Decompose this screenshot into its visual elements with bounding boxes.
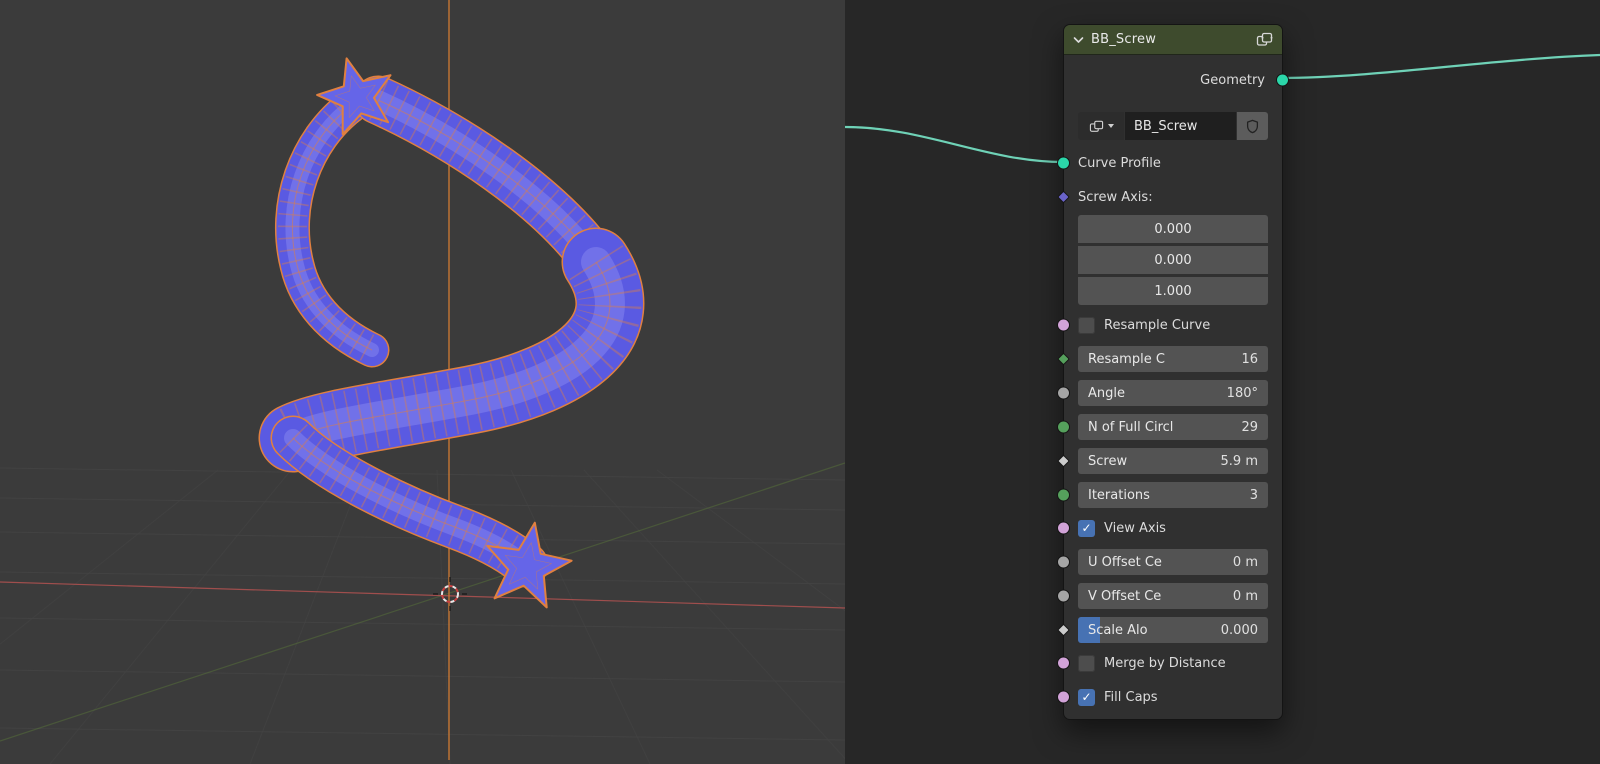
v-offset-field[interactable]: V Offset Ce 0 m	[1078, 583, 1268, 609]
input-row-v-offset: V Offset Ce 0 m	[1057, 583, 1282, 609]
socket-geometry-output[interactable]	[1276, 73, 1289, 87]
input-row-view-axis: ✓ View Axis	[1057, 515, 1282, 541]
node-group-name-row: BB_Screw	[1064, 112, 1282, 140]
screw-field[interactable]: Screw 5.9 m	[1078, 448, 1268, 474]
screw-label: Screw	[1088, 453, 1128, 469]
3d-viewport[interactable]	[0, 0, 845, 764]
view-axis-label: View Axis	[1104, 520, 1166, 536]
screw-axis-x-field[interactable]: 0.000	[1078, 215, 1268, 243]
node-title: BB_Screw	[1091, 32, 1157, 47]
input-row-iterations: Iterations 3	[1057, 482, 1282, 508]
v-offset-value: 0 m	[1232, 588, 1258, 604]
node-bb-screw[interactable]: BB_Screw Geometry BB_Screw Curve Profile…	[1057, 24, 1289, 720]
v-offset-label: V Offset Ce	[1088, 588, 1162, 604]
blender-window: BB_Screw Geometry BB_Screw Curve Profile…	[0, 0, 1600, 764]
node-header[interactable]: BB_Screw	[1064, 25, 1282, 55]
iterations-value: 3	[1249, 487, 1258, 503]
output-geometry-label: Geometry	[1200, 72, 1265, 88]
u-offset-field[interactable]: U Offset Ce 0 m	[1078, 549, 1268, 575]
node-group-icon	[1089, 120, 1103, 132]
fake-user-button[interactable]	[1237, 112, 1268, 140]
socket-merge-by-distance[interactable]	[1057, 656, 1070, 670]
resample-count-field[interactable]: Resample C 16	[1078, 346, 1268, 372]
socket-v-offset[interactable]	[1057, 589, 1070, 603]
iterations-field[interactable]: Iterations 3	[1078, 482, 1268, 508]
input-row-screw-axis: Screw Axis:	[1057, 184, 1282, 210]
screw-value: 5.9 m	[1220, 453, 1258, 469]
input-row-angle: Angle 180°	[1057, 380, 1282, 406]
angle-value: 180°	[1226, 385, 1258, 401]
link-curve-profile[interactable]	[845, 125, 1064, 164]
input-row-fill-caps: ✓ Fill Caps	[1057, 684, 1282, 710]
socket-iterations[interactable]	[1057, 488, 1070, 502]
input-row-curve-profile: Curve Profile	[1057, 150, 1282, 176]
axis-x-line	[0, 581, 845, 609]
fill-caps-label: Fill Caps	[1104, 689, 1158, 705]
viewport-canvas	[0, 0, 845, 764]
input-row-screw: Screw 5.9 m	[1057, 448, 1282, 474]
check-icon: ✓	[1081, 521, 1092, 535]
view-axis-checkbox[interactable]: ✓	[1078, 519, 1095, 537]
socket-angle[interactable]	[1057, 386, 1070, 400]
resample-count-label: Resample C	[1088, 351, 1165, 367]
scale-along-slider[interactable]: Scale Alo 0.000	[1078, 617, 1268, 643]
input-row-n-of-full-circles: N of Full Circl 29	[1057, 414, 1282, 440]
merge-by-distance-label: Merge by Distance	[1104, 655, 1226, 671]
n-of-full-circles-label: N of Full Circl	[1088, 419, 1174, 435]
socket-fill-caps[interactable]	[1057, 690, 1070, 704]
u-offset-value: 0 m	[1232, 554, 1258, 570]
input-row-scale-along: Scale Alo 0.000	[1057, 617, 1282, 643]
screw-axis-y-row: 0.000	[1064, 246, 1282, 274]
screw-axis-y-field[interactable]: 0.000	[1078, 246, 1268, 274]
screw-axis-x-row: 0.000	[1064, 215, 1282, 243]
input-row-merge-by-distance: ✓ Merge by Distance	[1057, 650, 1282, 676]
screw-axis-label: Screw Axis:	[1078, 189, 1153, 205]
input-row-u-offset: U Offset Ce 0 m	[1057, 549, 1282, 575]
input-row-resample-count: Resample C 16	[1057, 346, 1282, 372]
socket-resample-curve[interactable]	[1057, 318, 1070, 332]
fill-caps-checkbox[interactable]: ✓	[1078, 688, 1095, 706]
merge-by-distance-checkbox[interactable]: ✓	[1078, 654, 1095, 672]
n-of-full-circles-value: 29	[1241, 419, 1258, 435]
resample-curve-checkbox[interactable]: ✓	[1078, 316, 1095, 334]
angle-field[interactable]: Angle 180°	[1078, 380, 1268, 406]
scale-along-value: 0.000	[1220, 622, 1258, 638]
node-group-selector-button[interactable]	[1078, 112, 1124, 140]
resample-curve-label: Resample Curve	[1104, 317, 1211, 333]
3d-cursor	[433, 577, 467, 611]
node-editor[interactable]: BB_Screw Geometry BB_Screw Curve Profile…	[845, 0, 1600, 764]
output-row-geometry: Geometry	[1064, 67, 1289, 93]
angle-label: Angle	[1088, 385, 1125, 401]
chevron-down-icon[interactable]	[1073, 36, 1084, 44]
socket-curve-profile[interactable]	[1057, 156, 1070, 170]
node-group-icon	[1256, 32, 1273, 47]
socket-view-axis[interactable]	[1057, 521, 1070, 535]
screw-axis-z-field[interactable]: 1.000	[1078, 277, 1268, 305]
iterations-label: Iterations	[1088, 487, 1150, 503]
input-row-resample-curve: ✓ Resample Curve	[1057, 312, 1282, 338]
check-icon: ✓	[1081, 690, 1092, 704]
node-group-name-field[interactable]: BB_Screw	[1125, 112, 1236, 140]
n-of-full-circles-field[interactable]: N of Full Circl 29	[1078, 414, 1268, 440]
link-geometry-out[interactable]	[1280, 53, 1600, 80]
shield-icon	[1246, 119, 1259, 133]
mesh-object[interactable]	[258, 57, 645, 609]
socket-n-of-full-circles[interactable]	[1057, 420, 1070, 434]
scale-along-label: Scale Alo	[1088, 622, 1148, 638]
u-offset-label: U Offset Ce	[1088, 554, 1162, 570]
curve-profile-label: Curve Profile	[1078, 155, 1161, 171]
screw-axis-z-row: 1.000	[1064, 277, 1282, 305]
socket-u-offset[interactable]	[1057, 555, 1070, 569]
resample-count-value: 16	[1241, 351, 1258, 367]
chevron-down-icon	[1107, 124, 1114, 128]
